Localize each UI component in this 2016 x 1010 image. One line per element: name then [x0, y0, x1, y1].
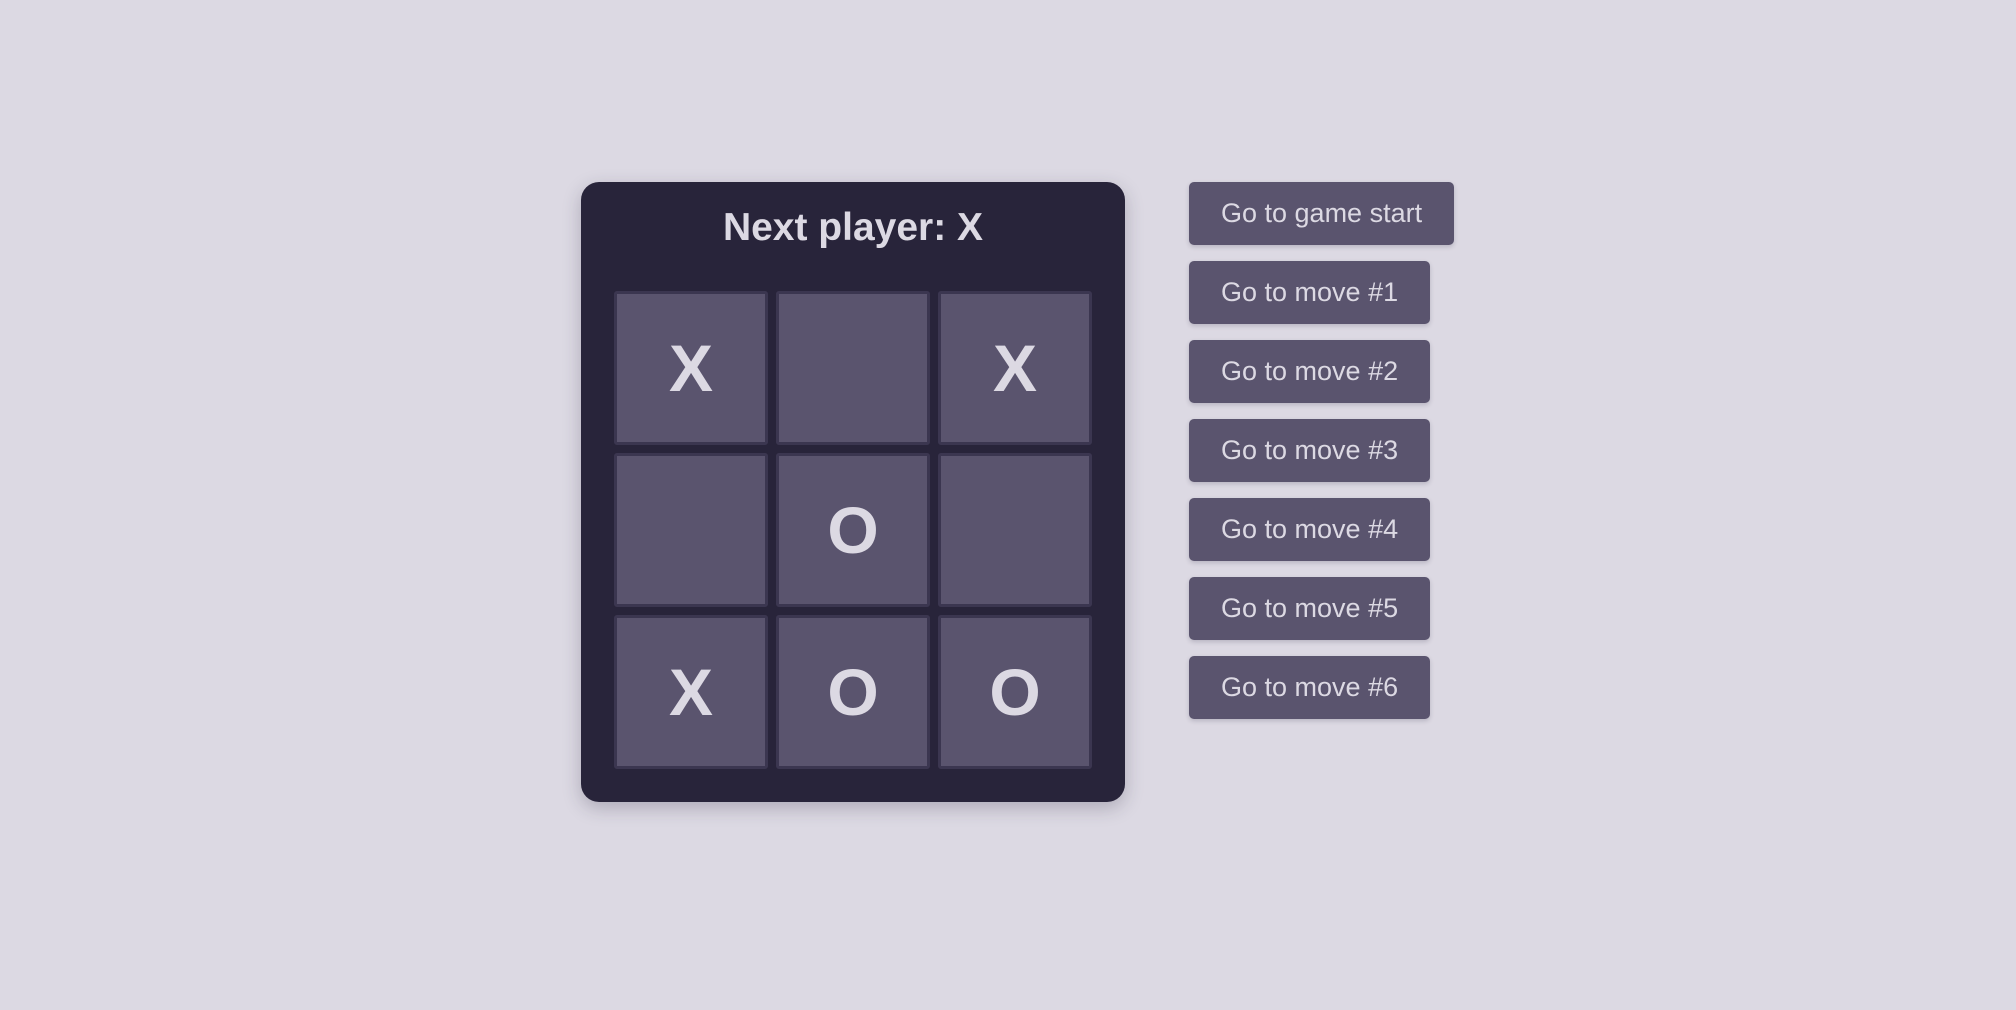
board-square-5[interactable]: O — [776, 453, 930, 607]
board-square-4[interactable] — [614, 453, 768, 607]
move-history-item: Go to game start — [1189, 182, 1455, 245]
go-to-move-1-button[interactable]: Go to move #1 — [1189, 261, 1431, 324]
board-square-3[interactable]: X — [938, 291, 1092, 445]
tic-tac-toe-board: X X O X O O — [614, 291, 1092, 769]
game-status: Next player: X — [722, 206, 984, 249]
go-to-game-start-button[interactable]: Go to game start — [1189, 182, 1455, 245]
board-square-6[interactable] — [938, 453, 1092, 607]
board-square-1[interactable]: X — [614, 291, 768, 445]
go-to-move-2-button[interactable]: Go to move #2 — [1189, 340, 1431, 403]
go-to-move-5-button[interactable]: Go to move #5 — [1189, 577, 1431, 640]
move-history-item: Go to move #6 — [1189, 656, 1454, 719]
move-history-list: Go to game start Go to move #1 Go to mov… — [1189, 182, 1455, 735]
move-history-item: Go to move #3 — [1189, 419, 1454, 482]
app-root: Next player: X X X O X O O Go to game st… — [0, 0, 2016, 1010]
move-history-item: Go to move #1 — [1189, 261, 1454, 324]
move-history-item: Go to move #5 — [1189, 577, 1454, 640]
board-square-8[interactable]: O — [776, 615, 930, 769]
go-to-move-3-button[interactable]: Go to move #3 — [1189, 419, 1431, 482]
board-square-2[interactable] — [776, 291, 930, 445]
board-square-7[interactable]: X — [614, 615, 768, 769]
go-to-move-4-button[interactable]: Go to move #4 — [1189, 498, 1431, 561]
move-history-item: Go to move #4 — [1189, 498, 1454, 561]
game-board-card: Next player: X X X O X O O — [581, 182, 1125, 802]
board-square-9[interactable]: O — [938, 615, 1092, 769]
go-to-move-6-button[interactable]: Go to move #6 — [1189, 656, 1431, 719]
move-history-item: Go to move #2 — [1189, 340, 1454, 403]
